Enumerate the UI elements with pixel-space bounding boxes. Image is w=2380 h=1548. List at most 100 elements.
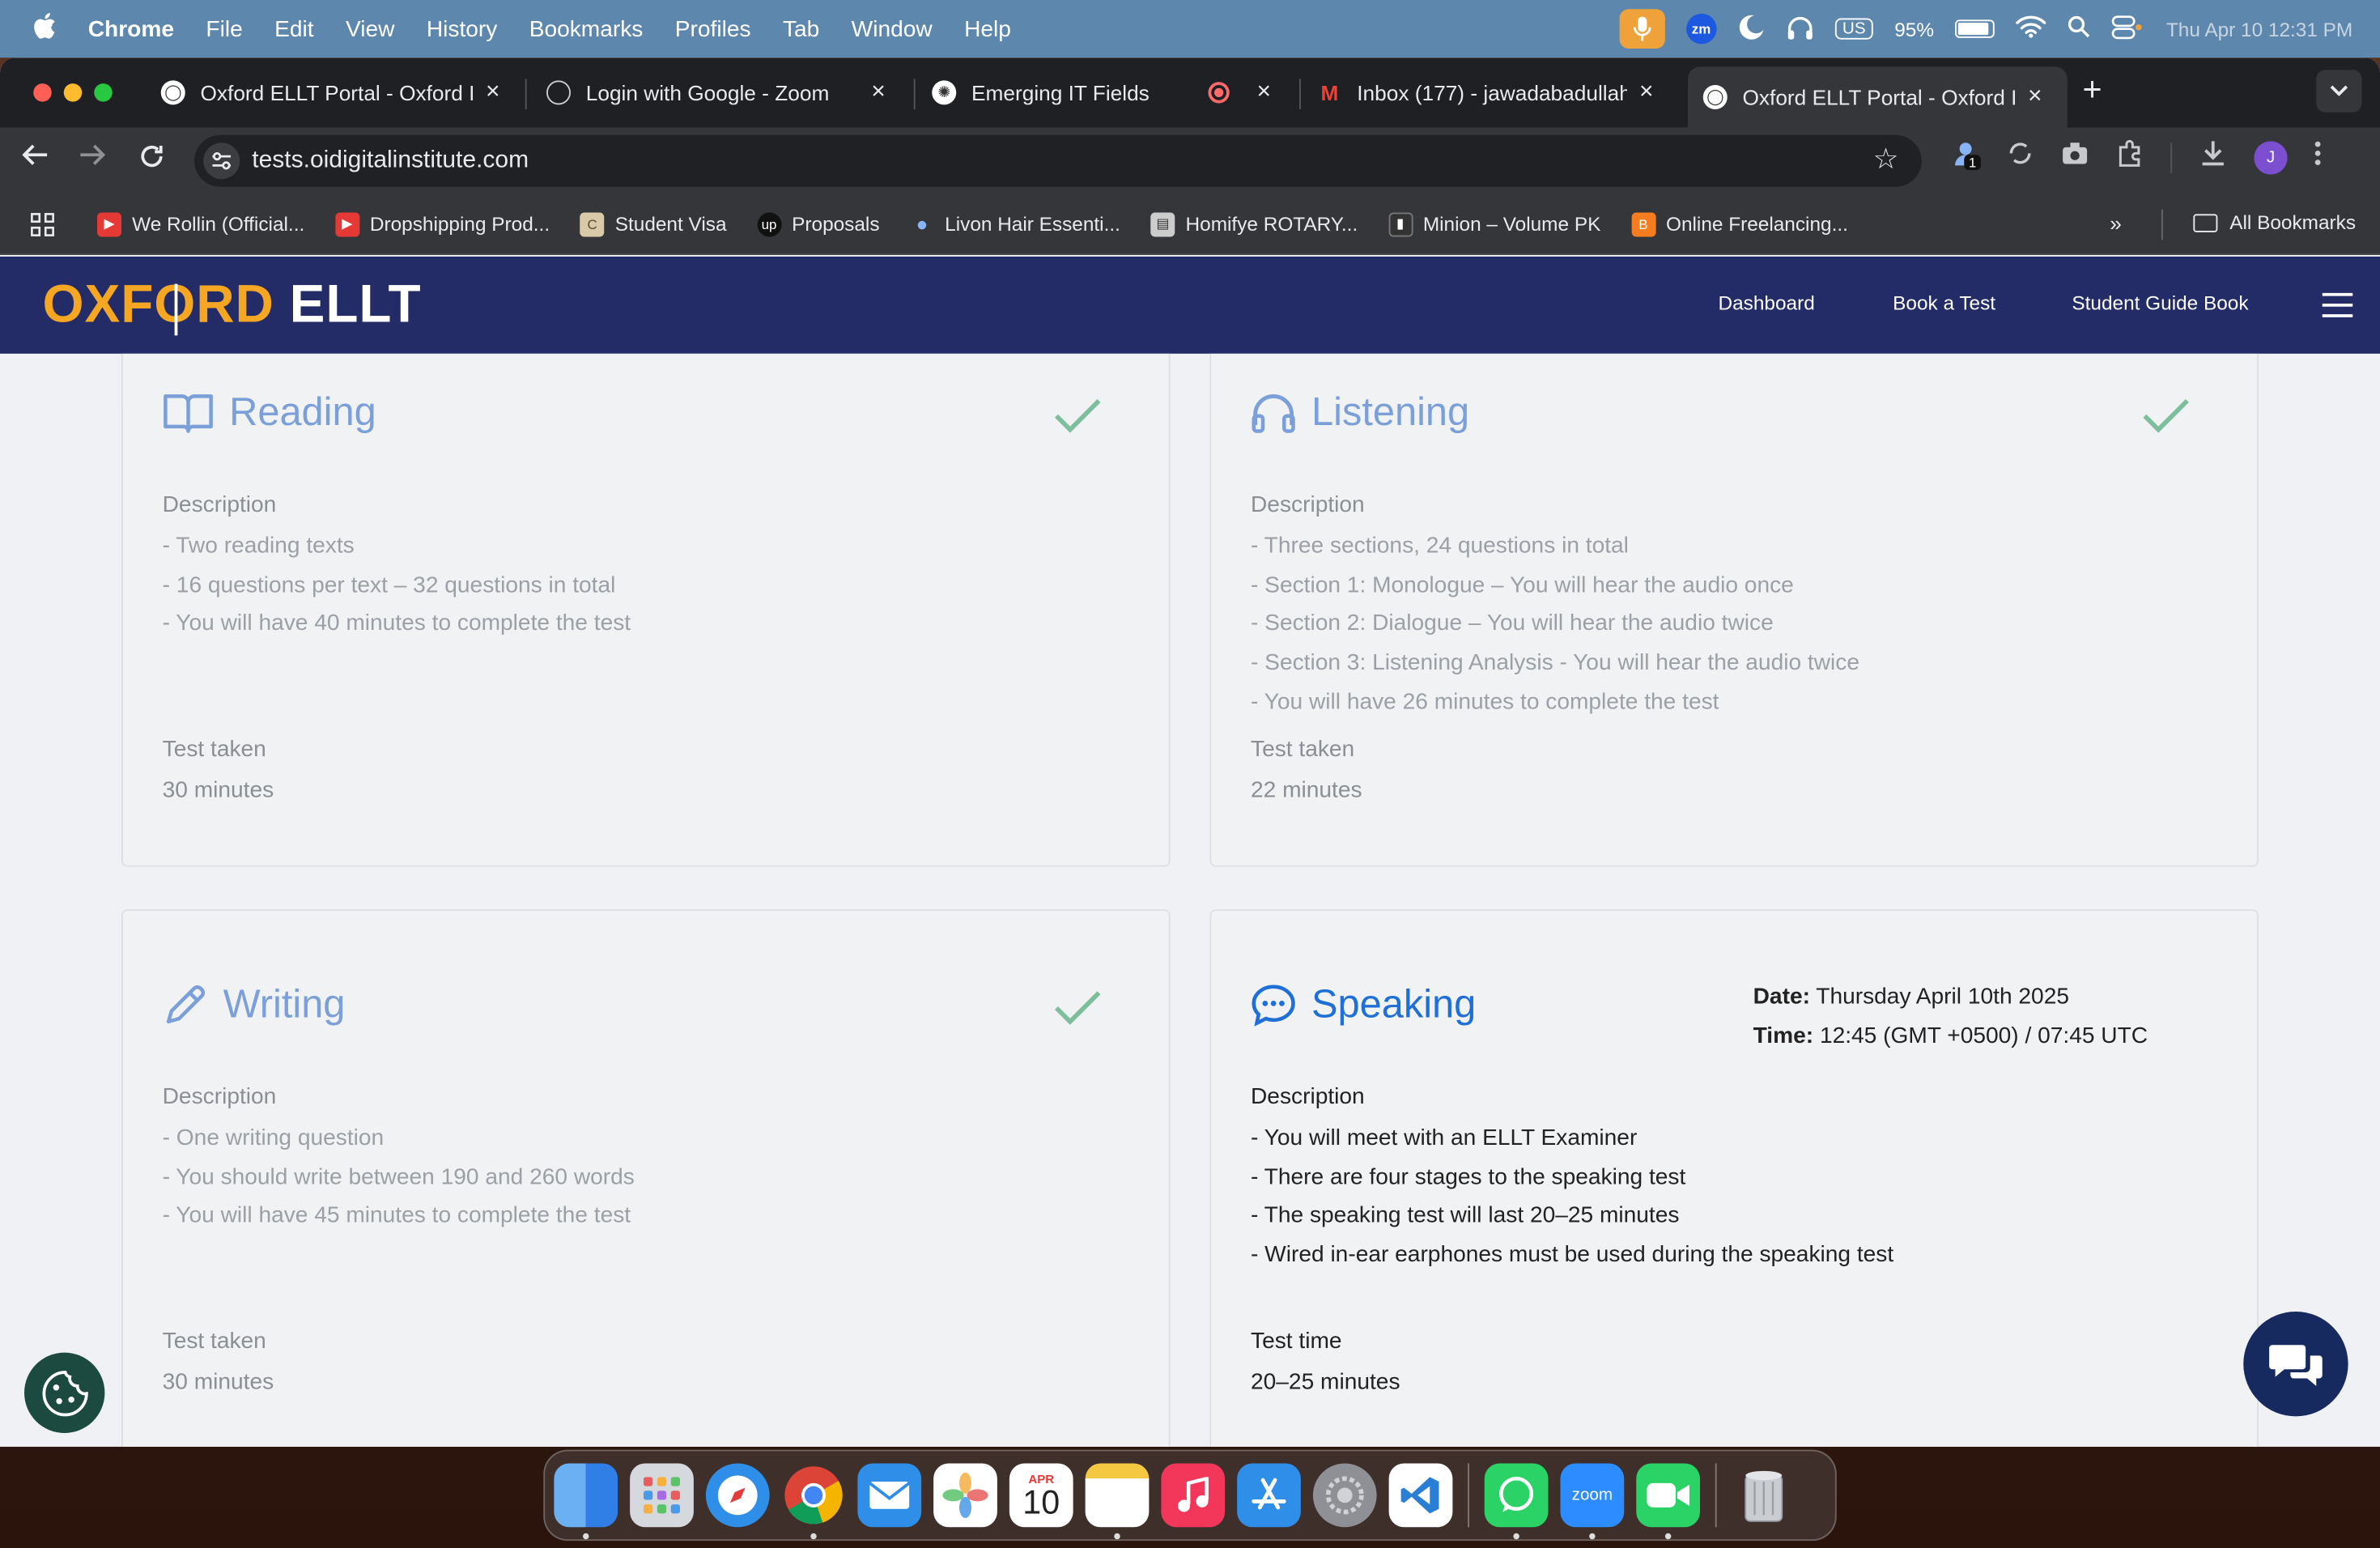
oxford-ellt-logo[interactable]: OXFO RD ELLT [43,274,422,336]
tab-gmail[interactable]: M Inbox (177) - jawadabadullahr × [1303,67,1688,119]
headphones-icon[interactable] [1787,15,1814,44]
speaking-schedule: Date: Thursday April 10th 2025 Time: 12:… [1753,978,2148,1056]
tab-emerging-it[interactable]: ✺ Emerging IT Fields × [917,67,1300,119]
nav-dashboard[interactable]: Dashboard [1719,291,1815,314]
bookmark-we-rollin[interactable]: ▶ We Rollin (Official... [97,211,304,236]
address-bar[interactable]: tests.oidigitalinstitute.com ☆ [194,134,1922,187]
chrome-menu-icon[interactable] [2314,141,2321,172]
nav-student-guide-book[interactable]: Student Guide Book [2072,291,2248,314]
apps-grid-icon[interactable] [31,212,55,236]
profile-avatar[interactable]: J [2254,140,2288,174]
menu-file[interactable]: File [206,16,242,42]
facetime-icon[interactable] [1636,1463,1700,1540]
menu-window[interactable]: Window [852,16,933,42]
sync-icon[interactable] [2007,140,2034,175]
safari-icon[interactable] [705,1463,770,1528]
battery-icon[interactable] [1955,19,1995,38]
url-text[interactable]: tests.oidigitalinstitute.com [252,147,529,175]
spotlight-search-icon[interactable] [2068,15,2090,43]
close-tab-icon[interactable]: × [486,79,500,107]
all-bookmarks-button[interactable]: All Bookmarks [2193,211,2356,234]
cookie-settings-button[interactable] [24,1352,105,1433]
menu-edit[interactable]: Edit [274,16,313,42]
launchpad-icon[interactable] [630,1463,694,1528]
tab-title: Emerging IT Fields [971,80,1150,105]
bookmark-label: Livon Hair Essenti... [945,212,1120,236]
speaking-time: Time: 12:45 (GMT +0500) / 07:45 UTC [1753,1023,2148,1049]
extensions-puzzle-icon[interactable] [2116,139,2144,175]
vscode-icon[interactable] [1388,1463,1453,1528]
site-settings-icon[interactable] [203,142,240,180]
menu-help[interactable]: Help [964,16,1011,42]
menu-app-name[interactable]: Chrome [88,16,174,42]
input-source[interactable]: US [1834,18,1873,40]
live-chat-button[interactable] [2243,1312,2348,1417]
macos-dock: APR 10 zoom [543,1449,1837,1542]
calendar-icon[interactable]: APR 10 [1009,1463,1073,1528]
menu-history[interactable]: History [427,16,498,42]
trash-icon[interactable] [1732,1464,1796,1528]
more-bookmarks-button[interactable]: » [2110,211,2122,236]
app-store-icon[interactable] [1237,1463,1301,1528]
bookmark-homifye[interactable]: ▤ Homifye ROTARY... [1150,211,1358,236]
speaking-date: Date: Thursday April 10th 2025 [1753,984,2069,1010]
bookmark-freelancing[interactable]: B Online Freelancing... [1630,211,1848,236]
chrome-icon[interactable] [782,1464,846,1540]
zoom-status-icon[interactable]: zm [1685,13,1717,45]
window-controls [33,83,113,102]
nav-book-a-test[interactable]: Book a Test [1893,291,1995,314]
close-window-button[interactable] [33,83,52,102]
system-settings-icon[interactable] [1312,1463,1377,1528]
menu-tab[interactable]: Tab [783,16,819,42]
listening-taken-value: 22 minutes [1251,777,1362,803]
close-tab-icon[interactable]: × [1639,79,1654,107]
close-tab-icon[interactable]: × [871,79,886,107]
zoom-window-button[interactable] [94,83,113,102]
reload-icon[interactable] [138,142,166,179]
whatsapp-icon[interactable] [1484,1463,1549,1540]
extension-badge-icon[interactable]: 1 [1952,140,1981,175]
finder-icon[interactable] [554,1463,618,1540]
close-tab-icon[interactable]: × [1257,79,1272,107]
clock[interactable]: Thu Apr 10 12:31 PM [2166,18,2352,40]
bookmark-label: Dropshipping Prod... [369,212,550,236]
card-writing: Writing Description - One writing questi… [121,909,1171,1447]
new-tab-button[interactable]: + [2083,70,2102,109]
mail-icon[interactable] [857,1463,922,1528]
photos-icon[interactable] [933,1463,997,1528]
bookmark-student-visa[interactable]: C Student Visa [580,211,727,236]
menu-profiles[interactable]: Profiles [675,16,751,42]
bookmark-star-icon[interactable]: ☆ [1873,142,1899,177]
menu-bookmarks[interactable]: Bookmarks [529,16,644,42]
wifi-icon[interactable] [2016,15,2046,43]
page-content: Reading Description - Two reading texts … [0,353,2380,1447]
bookmark-proposals[interactable]: up Proposals [757,211,880,236]
writing-taken-value: 30 minutes [162,1369,274,1396]
forward-icon[interactable] [79,142,107,176]
close-tab-icon[interactable]: × [2028,83,2042,111]
pencil-icon [163,981,208,1027]
tab-oxford-1[interactable]: ◯ Oxford ELLT Portal - Oxford In × [146,67,522,119]
bookmark-dropshipping[interactable]: ▶ Dropshipping Prod... [334,211,550,236]
tab-search-button[interactable] [2316,70,2362,113]
hamburger-menu-icon[interactable] [2322,292,2353,325]
control-center-icon[interactable] [2111,15,2144,44]
bookmark-minion[interactable]: ▮ Minion – Volume PK [1388,211,1600,236]
bookmark-label: Proposals [792,212,880,236]
apple-icon[interactable] [0,11,88,46]
zoom-app-icon[interactable]: zoom [1560,1463,1625,1540]
camera-icon[interactable] [2061,141,2089,172]
download-icon[interactable] [2199,140,2227,175]
music-icon[interactable] [1161,1463,1226,1528]
back-icon[interactable] [21,142,49,176]
moon-icon[interactable] [1738,13,1766,45]
menu-view[interactable]: View [346,16,394,42]
notes-icon[interactable] [1085,1463,1150,1540]
minimize-window-button[interactable] [63,83,83,102]
bookmark-livon[interactable]: ● Livon Hair Essenti... [910,212,1120,236]
tab-oxford-active[interactable]: ◯ Oxford ELLT Portal - Oxford In × [1688,66,2068,128]
microphone-icon[interactable] [1619,9,1665,49]
reading-description-label: Description [162,491,277,518]
speaking-title: Speaking [1251,980,1476,1027]
tab-zoom-login[interactable]: Login with Google - Zoom × [531,67,907,119]
